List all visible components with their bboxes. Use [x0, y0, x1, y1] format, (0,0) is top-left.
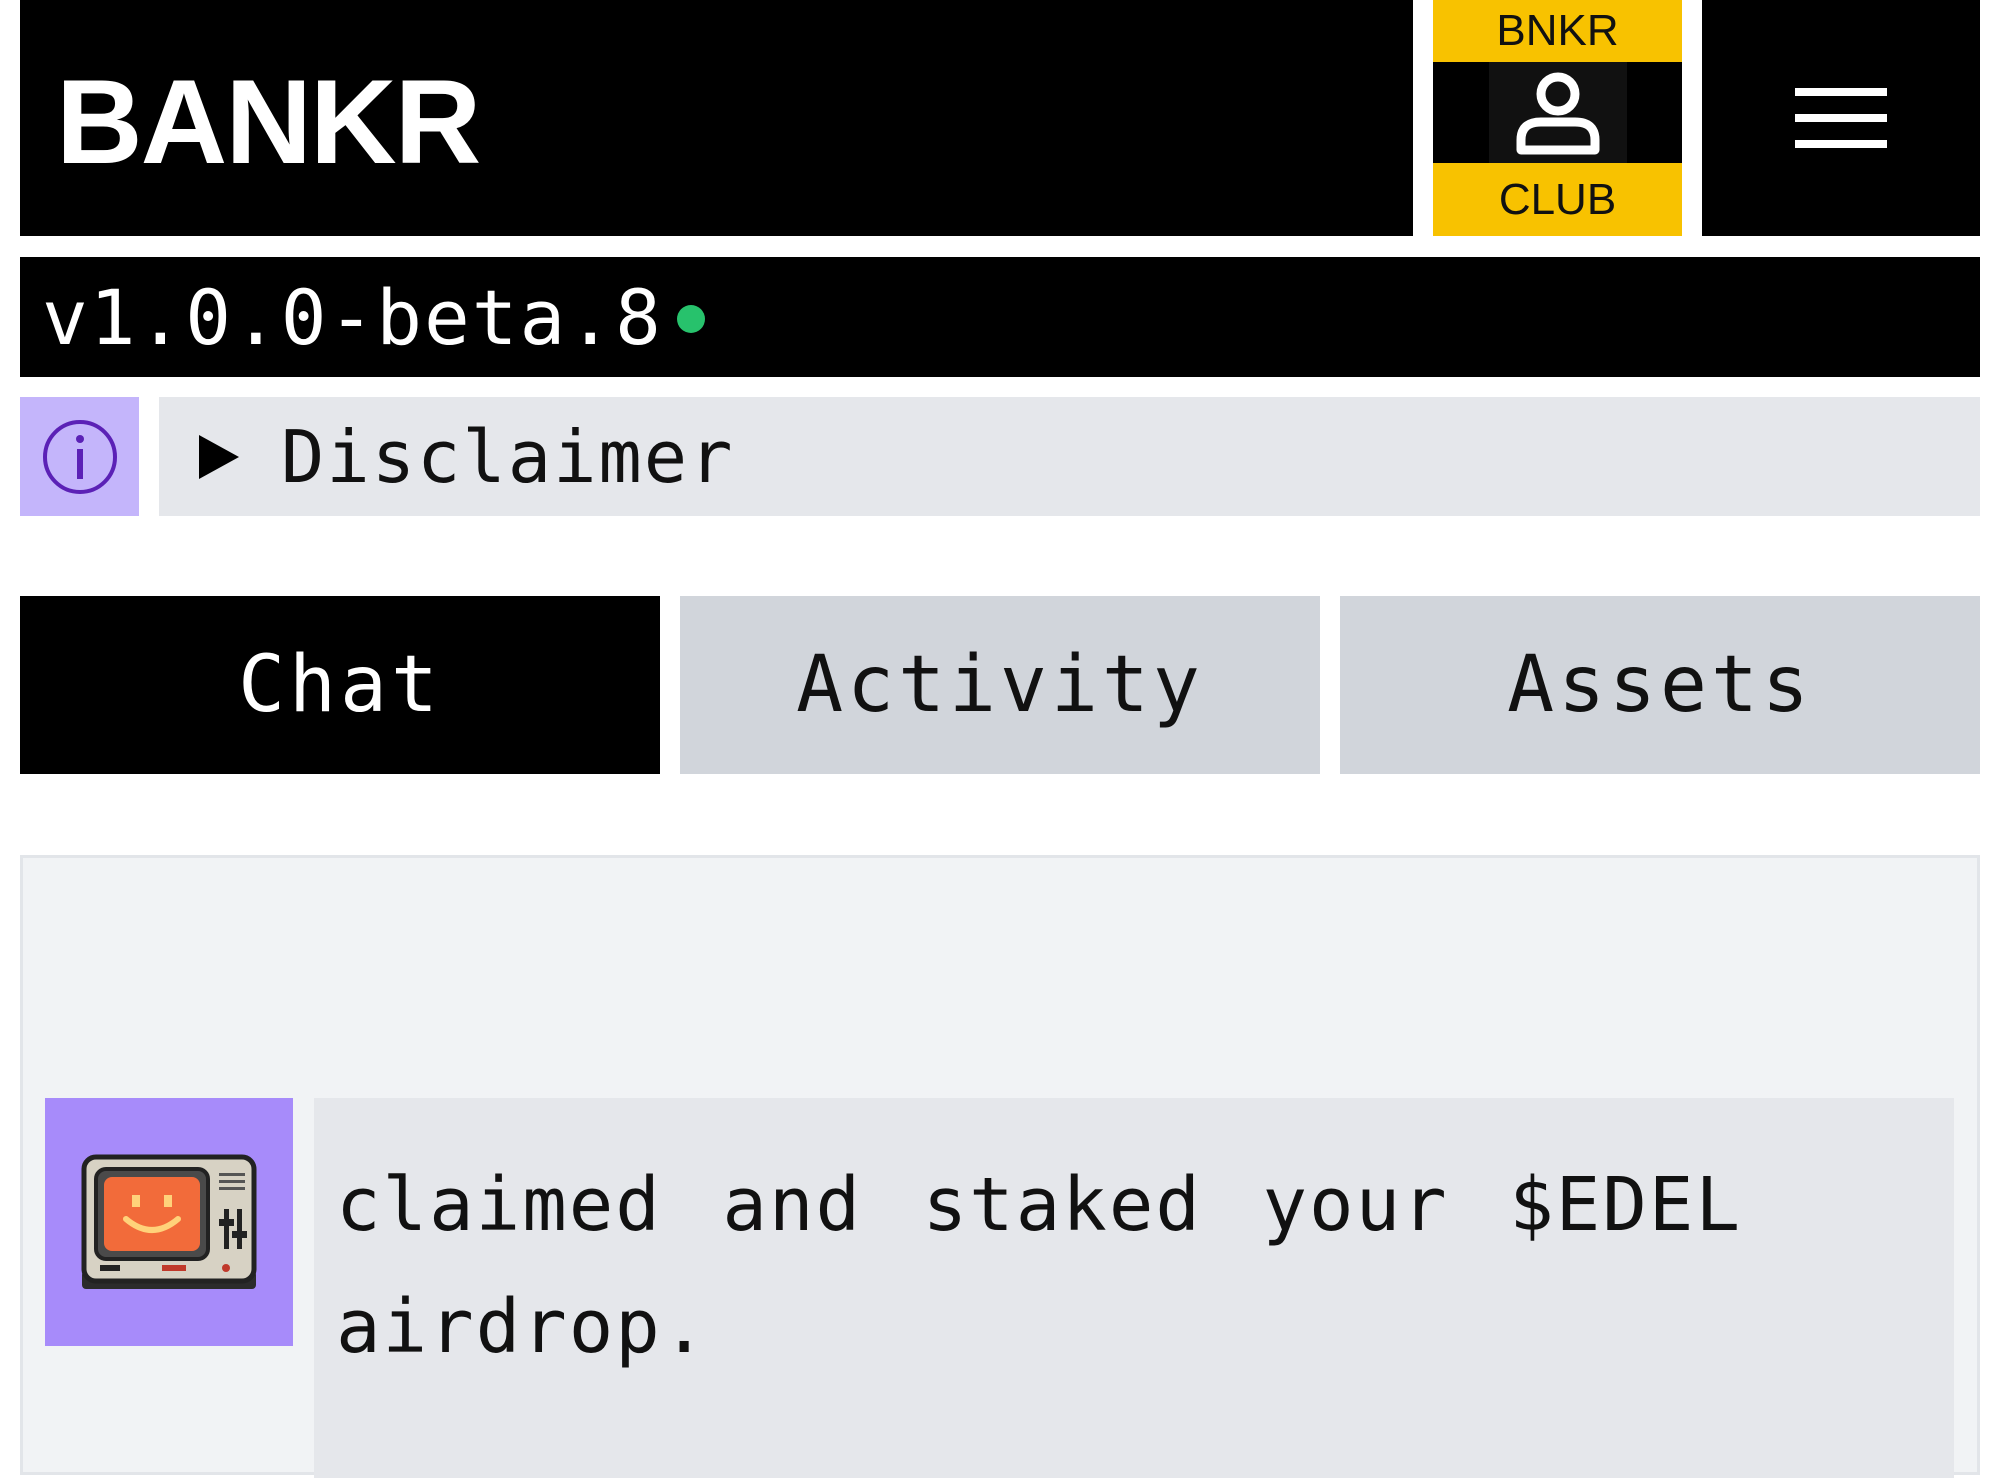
bot-avatar — [45, 1098, 293, 1346]
tab-assets[interactable]: Assets — [1340, 596, 1980, 774]
person-icon — [1488, 62, 1627, 163]
disclaimer-toggle[interactable]: Disclaimer — [159, 397, 1980, 516]
hamburger-menu-icon — [1795, 88, 1887, 148]
app-logo[interactable]: BANKR — [56, 62, 481, 182]
info-icon-box — [20, 397, 139, 516]
tab-activity[interactable]: Activity — [680, 596, 1320, 774]
club-bottom-label: CLUB — [1433, 163, 1682, 236]
chat-message: claimed and staked your $EDEL airdrop. — [314, 1098, 1954, 1478]
chat-message-text: claimed and staked your $EDEL airdrop. — [336, 1162, 1743, 1370]
status-indicator — [676, 305, 705, 333]
disclaimer-label: Disclaimer — [281, 414, 735, 499]
tab-chat[interactable]: Chat — [20, 596, 660, 774]
menu-button[interactable] — [1702, 0, 1980, 236]
bnkr-club-button[interactable]: BNKR CLUB — [1433, 0, 1682, 236]
club-top-label: BNKR — [1433, 0, 1682, 62]
info-icon — [42, 419, 117, 494]
club-icon-area — [1433, 62, 1682, 163]
retro-computer-icon — [81, 1154, 257, 1289]
version-text: v1.0.0-beta.8 — [42, 272, 663, 362]
app-header: BANKR — [20, 0, 1413, 236]
expand-triangle-icon — [199, 434, 239, 479]
version-bar: v1.0.0-beta.8 — [20, 257, 1980, 377]
